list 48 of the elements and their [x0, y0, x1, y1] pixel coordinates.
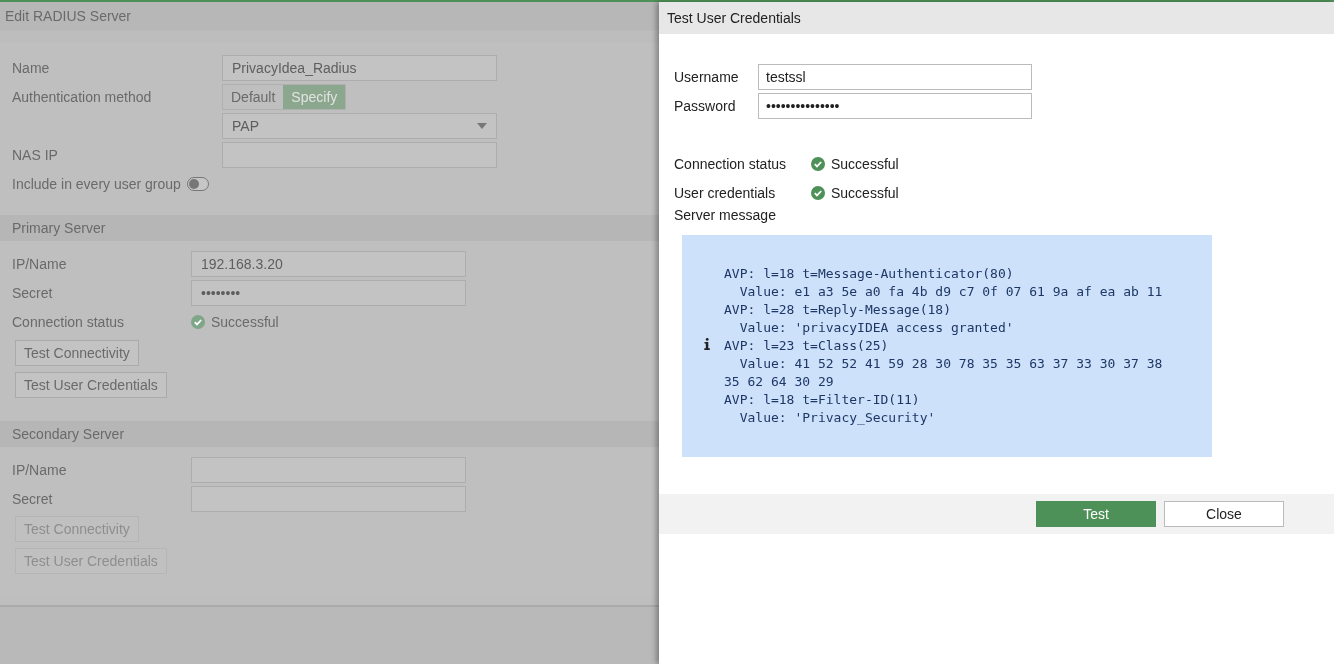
test-button[interactable]: Test — [1036, 501, 1156, 527]
status-label: Server message — [674, 207, 777, 225]
check-circle-icon — [191, 315, 205, 329]
message-line: Value: 'privacyIDEA access granted' — [738, 319, 1015, 337]
dropdown[interactable]: PAP — [222, 112, 497, 139]
check-circle-icon — [811, 156, 825, 171]
field-label: IP/Name — [12, 255, 68, 272]
field-label: Password — [674, 98, 737, 114]
segment-option[interactable]: Specify — [283, 84, 346, 109]
info-icon — [704, 338, 710, 350]
message-line: AVP: l=23 t=Class(25) — [724, 337, 890, 355]
field-label: Authentication method — [12, 88, 153, 105]
status-text: Successful — [211, 314, 279, 330]
field-label: Username — [674, 69, 740, 85]
field-label: Include in every user group — [12, 176, 181, 192]
status-text: Successful — [831, 184, 899, 201]
message-line: Value: e1 a3 5e a0 fa 4b d9 c7 0f 07 61 9a af ea ab 11 — [738, 283, 1164, 301]
field-label: IP/Name — [12, 461, 68, 478]
message-line: AVP: l=18 t=Message-Authenticator(80) — [724, 265, 1015, 283]
panel-title: Edit RADIUS Server — [5, 8, 132, 24]
message-line: AVP: l=18 t=Filter-ID(11) — [724, 391, 921, 409]
input-field[interactable]: testssl — [758, 64, 1032, 90]
field-label: Connection status — [12, 314, 126, 330]
toggle-switch[interactable] — [186, 177, 209, 191]
input-field[interactable]: PrivacyIdea_Radius — [222, 54, 497, 81]
input-field[interactable]: 192.168.3.20 — [191, 250, 466, 277]
status-label: User credentials — [674, 184, 777, 201]
close-button[interactable]: Close — [1164, 501, 1284, 527]
caret-icon — [477, 122, 487, 129]
message-line: AVP: l=28 t=Reply-Message(18) — [724, 301, 952, 319]
status-text: Successful — [831, 155, 899, 172]
field-label: Secret — [12, 284, 54, 301]
test-button[interactable]: Test Connectivity — [15, 340, 139, 366]
message-line: Value: 'Privacy_Security' — [738, 409, 937, 427]
field-label: Name — [12, 59, 51, 76]
message-line: Value: 41 52 52 41 59 28 30 78 35 35 63 37 33 30 37 38 — [738, 355, 1164, 373]
status-label: Connection status — [674, 155, 788, 172]
input-field[interactable]: •••••••• — [191, 279, 466, 306]
dialog-title: Test User Credentials — [667, 10, 801, 26]
input-field[interactable]: ••••••••••••••• — [758, 93, 1032, 119]
section-title: Primary Server — [12, 220, 106, 236]
field-label: Secret — [12, 490, 54, 507]
message-line: 35 62 64 30 29 — [724, 373, 835, 391]
check-circle-icon — [811, 185, 825, 200]
segment-option[interactable]: Default — [223, 84, 284, 109]
test-button[interactable]: Test User Credentials — [15, 372, 167, 398]
section-title: Secondary Server — [12, 426, 125, 442]
field-label: NAS IP — [12, 146, 59, 163]
